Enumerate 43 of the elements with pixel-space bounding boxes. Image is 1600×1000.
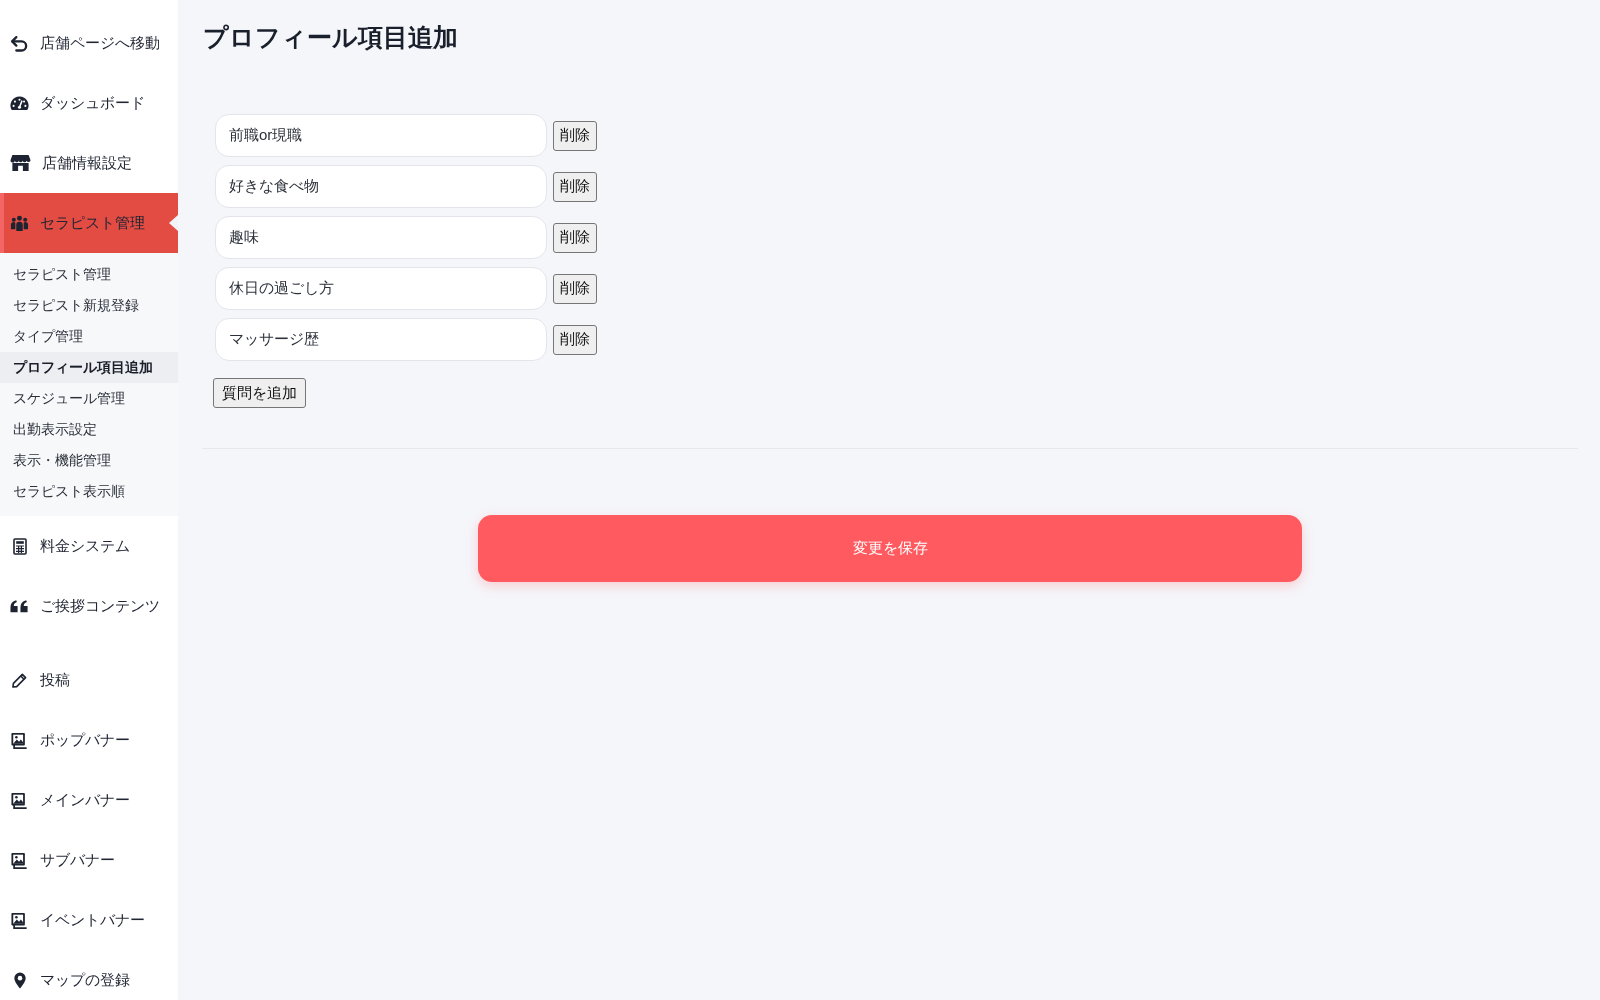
submenu-item[interactable]: 表示・機能管理 <box>0 445 178 476</box>
question-field[interactable]: 前職or現職 <box>215 114 547 157</box>
submenu-item[interactable]: スケジュール管理 <box>0 383 178 414</box>
gauge-icon <box>10 94 29 112</box>
add-question-button[interactable]: 質問を追加 <box>213 378 306 408</box>
question-field[interactable]: マッサージ歴 <box>215 318 547 361</box>
submenu-item[interactable]: プロフィール項目追加 <box>0 352 178 383</box>
sidebar-item[interactable]: 店舗ページへ移動 <box>0 13 178 73</box>
sidebar-item[interactable]: 投稿 <box>0 650 178 710</box>
pencil-icon <box>12 672 27 688</box>
pictures-icon <box>10 731 29 749</box>
delete-button[interactable]: 削除 <box>553 324 597 355</box>
pictures-icon <box>10 911 29 929</box>
delete-button[interactable]: 削除 <box>553 222 597 253</box>
submenu-item[interactable]: セラピスト表示順 <box>0 476 178 507</box>
sidebar-item[interactable]: マップの登録 <box>0 950 178 1000</box>
sidebar-item[interactable]: イベントバナー <box>0 890 178 950</box>
map-pin-icon <box>13 971 27 989</box>
submenu-item[interactable]: 出勤表示設定 <box>0 414 178 445</box>
delete-button[interactable]: 削除 <box>553 273 597 304</box>
sidebar-item[interactable]: セラピスト管理 <box>0 193 178 253</box>
sidebar-item[interactable]: ダッシュボード <box>0 73 178 133</box>
sidebar-item[interactable]: メインバナー <box>0 770 178 830</box>
pictures-icon <box>10 791 29 809</box>
people-group-icon <box>10 214 29 232</box>
sidebar-item[interactable]: サブバナー <box>0 830 178 890</box>
pictures-icon <box>10 851 29 869</box>
page-title: プロフィール項目追加 <box>202 22 459 52</box>
submenu-item[interactable]: タイプ管理 <box>0 321 178 352</box>
sidebar-item[interactable]: 店舗情報設定 <box>0 133 178 193</box>
undo-arrow-icon <box>10 34 29 52</box>
delete-button[interactable]: 削除 <box>553 171 597 202</box>
storefront-icon <box>10 154 31 172</box>
sidebar-item[interactable]: ご挨拶コンテンツ <box>0 576 178 636</box>
calculator-icon <box>13 537 27 555</box>
sidebar-item[interactable]: 料金システム <box>0 516 178 576</box>
question-field[interactable]: 好きな食べ物 <box>215 165 547 208</box>
question-field[interactable]: 休日の過ごし方 <box>215 267 547 310</box>
question-field[interactable]: 趣味 <box>215 216 547 259</box>
submenu-item[interactable]: セラピスト管理 <box>0 259 178 290</box>
submenu-item[interactable]: セラピスト新規登録 <box>0 290 178 321</box>
delete-button[interactable]: 削除 <box>553 120 597 151</box>
sidebar-item[interactable]: ポップバナー <box>0 710 178 770</box>
